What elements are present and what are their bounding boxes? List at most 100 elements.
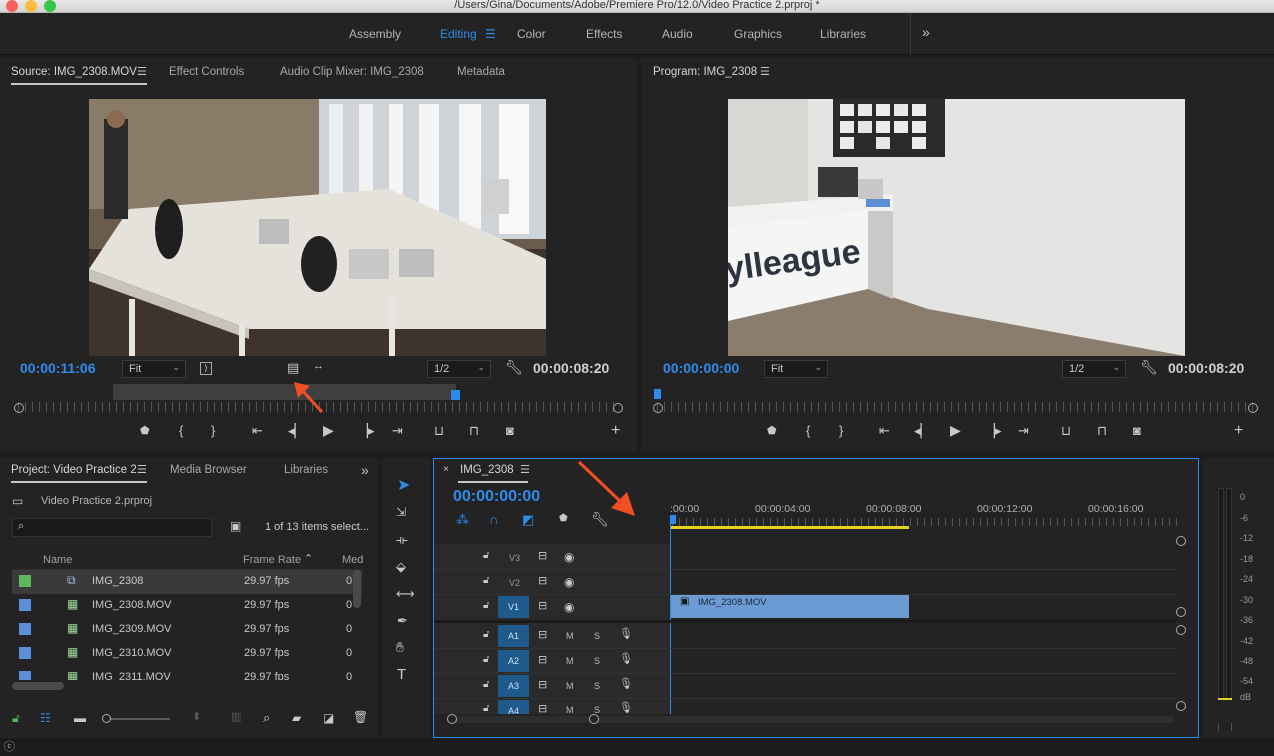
camera-icon[interactable]: ◙ xyxy=(1133,424,1141,437)
drag-audio-icon[interactable]: ↔ xyxy=(313,361,324,372)
source-resolution-dropdown[interactable]: 1/2 ⌄ xyxy=(427,360,491,378)
linked-selection-icon[interactable]: ◩ xyxy=(522,513,534,526)
workspace-tab-color[interactable]: Color xyxy=(517,27,546,41)
column-frame-rate[interactable]: Frame Rate xyxy=(243,554,301,566)
tab-project[interactable]: Project: Video Practice 2 xyxy=(11,464,137,476)
panel-menu-icon[interactable]: ☰ xyxy=(137,67,147,78)
new-item-icon[interactable]: ◪ xyxy=(323,712,334,724)
add-marker-icon[interactable]: ⬟ xyxy=(767,426,777,437)
microphone-icon[interactable]: 🎙︎ xyxy=(619,654,633,665)
search-icon[interactable]: ⌕ xyxy=(263,711,270,724)
pen-tool-icon[interactable]: ✒ xyxy=(397,614,408,627)
type-tool-icon[interactable]: T xyxy=(397,667,406,682)
list-item[interactable]: ▦ IMG_2311.MOV 29.97 fps 0 xyxy=(12,666,362,680)
overwrite-icon[interactable]: ⊓ xyxy=(469,424,479,437)
track-label[interactable]: V3 xyxy=(509,553,520,563)
eye-icon[interactable]: ◉ xyxy=(564,576,574,588)
mark-out-icon[interactable]: } xyxy=(839,424,843,437)
wrench-icon[interactable]: 🔧︎ xyxy=(505,360,523,374)
label-color-swatch[interactable] xyxy=(19,647,31,659)
add-marker-icon[interactable]: ⬟ xyxy=(559,514,568,524)
track-target-a4[interactable]: A4 xyxy=(498,700,529,714)
column-media[interactable]: Med xyxy=(342,554,363,566)
lock-icon[interactable]: 🔓︎ xyxy=(483,601,489,611)
mute-button[interactable]: M xyxy=(566,631,574,641)
mute-button[interactable]: M xyxy=(566,656,574,666)
track-select-tool-icon[interactable]: ⇲ xyxy=(396,506,406,518)
add-marker-icon[interactable]: ⬟ xyxy=(140,426,150,437)
label-color-swatch[interactable] xyxy=(19,623,31,635)
timeline-playhead-handle[interactable] xyxy=(670,515,676,524)
selection-tool-icon[interactable]: ➤ xyxy=(397,478,410,494)
solo-button[interactable]: S xyxy=(594,705,600,714)
lock-icon[interactable]: 🔓︎ xyxy=(483,704,489,714)
tab-effect-controls[interactable]: Effect Controls xyxy=(169,66,244,78)
horizontal-scrollbar[interactable] xyxy=(12,682,64,690)
zoom-handle-left[interactable] xyxy=(447,714,457,724)
workspace-tab-effects[interactable]: Effects xyxy=(586,27,622,41)
list-view-icon[interactable]: ☷ xyxy=(40,712,51,724)
track-target-a2[interactable]: A2 xyxy=(498,650,529,672)
eye-icon[interactable]: ◉ xyxy=(564,551,574,563)
audio-scroll-handle-top[interactable] xyxy=(1176,625,1186,635)
program-playhead[interactable] xyxy=(654,389,661,399)
source-fit-dropdown[interactable]: Fit ⌄ xyxy=(122,360,186,378)
toggle-sync-lock-icon[interactable]: ⊟ xyxy=(538,655,547,666)
hand-tool-icon[interactable]: ✋︎ xyxy=(396,640,404,654)
workspace-tab-libraries[interactable]: Libraries xyxy=(820,27,866,41)
zoom-slider-handle[interactable] xyxy=(102,714,111,723)
new-bin-icon[interactable]: ▰ xyxy=(292,712,301,724)
add-button-icon[interactable]: + xyxy=(611,423,620,439)
list-item[interactable]: ▦ IMG_2308.MOV 29.97 fps 0 xyxy=(12,594,362,618)
close-icon[interactable]: × xyxy=(443,465,449,475)
workspace-tab-graphics[interactable]: Graphics xyxy=(734,27,782,41)
nest-toggle-icon[interactable]: ⁂ xyxy=(456,513,469,526)
program-current-timecode[interactable]: 00:00:00:00 xyxy=(663,360,739,376)
video-clip[interactable]: ▣ IMG_2308.MOV xyxy=(671,595,909,618)
zoom-handle-left[interactable] xyxy=(14,403,24,413)
add-button-icon[interactable]: + xyxy=(1234,423,1243,439)
list-item[interactable]: ▦ IMG_2310.MOV 29.97 fps 0 xyxy=(12,642,362,666)
step-back-icon[interactable]: ◂▏ xyxy=(914,424,931,437)
double-chevron-right-icon[interactable]: » xyxy=(922,25,930,39)
track-label[interactable]: V2 xyxy=(509,578,520,588)
go-to-out-icon[interactable]: ⇥ xyxy=(1018,424,1029,437)
video-audio-divider[interactable] xyxy=(434,620,1176,623)
eye-icon[interactable]: ◉ xyxy=(564,601,574,613)
track-target-a3[interactable]: A3 xyxy=(498,675,529,697)
trash-icon[interactable]: 🗑︎ xyxy=(353,711,368,723)
track-target-v1[interactable]: V1 xyxy=(498,596,529,618)
panel-menu-icon[interactable]: ☰ xyxy=(137,465,147,476)
icon-view-icon[interactable]: ▬ xyxy=(74,712,86,724)
workspace-tab-assembly[interactable]: Assembly xyxy=(349,27,401,41)
zoom-handle-right[interactable] xyxy=(1248,403,1258,413)
video-scroll-handle-bottom[interactable] xyxy=(1176,607,1186,617)
ripple-edit-tool-icon[interactable]: ⟛ xyxy=(396,533,408,546)
extract-icon[interactable]: ⊓ xyxy=(1097,424,1107,437)
work-area-bar[interactable] xyxy=(671,526,909,529)
snap-magnet-icon[interactable]: ∩ xyxy=(489,513,498,526)
go-to-in-icon[interactable]: ⇤ xyxy=(879,424,890,437)
tab-metadata[interactable]: Metadata xyxy=(457,66,505,78)
razor-tool-icon[interactable]: ⬙ xyxy=(396,560,406,573)
filmstrip-icon[interactable]: ▤ xyxy=(287,361,299,374)
solo-button[interactable]: S xyxy=(594,656,600,666)
sort-ascending-icon[interactable]: ⌃ xyxy=(304,552,313,565)
zoom-slider-track[interactable] xyxy=(104,718,170,720)
go-to-in-icon[interactable]: ⇤ xyxy=(252,424,263,437)
mark-in-icon[interactable]: { xyxy=(179,424,183,437)
program-resolution-dropdown[interactable]: 1/2 ⌄ xyxy=(1062,360,1126,378)
microphone-icon[interactable]: 🎙︎ xyxy=(619,629,633,640)
lock-icon[interactable]: 🔓︎ xyxy=(483,630,489,640)
track-target-a1[interactable]: A1 xyxy=(498,625,529,647)
drag-video-icon[interactable]: ⟩ xyxy=(200,362,212,375)
microphone-icon[interactable]: 🎙︎ xyxy=(619,679,633,690)
mute-button[interactable]: M xyxy=(566,705,574,714)
mute-button[interactable]: M xyxy=(566,681,574,691)
microphone-icon[interactable]: 🎙︎ xyxy=(619,703,633,714)
zoom-handle-left[interactable] xyxy=(653,403,663,413)
sort-icon[interactable]: ⬍ xyxy=(192,712,201,723)
new-search-bin-icon[interactable]: ▣ xyxy=(230,520,241,532)
step-back-icon[interactable]: ◂▏ xyxy=(288,424,305,437)
play-icon[interactable]: ▶ xyxy=(323,423,334,437)
